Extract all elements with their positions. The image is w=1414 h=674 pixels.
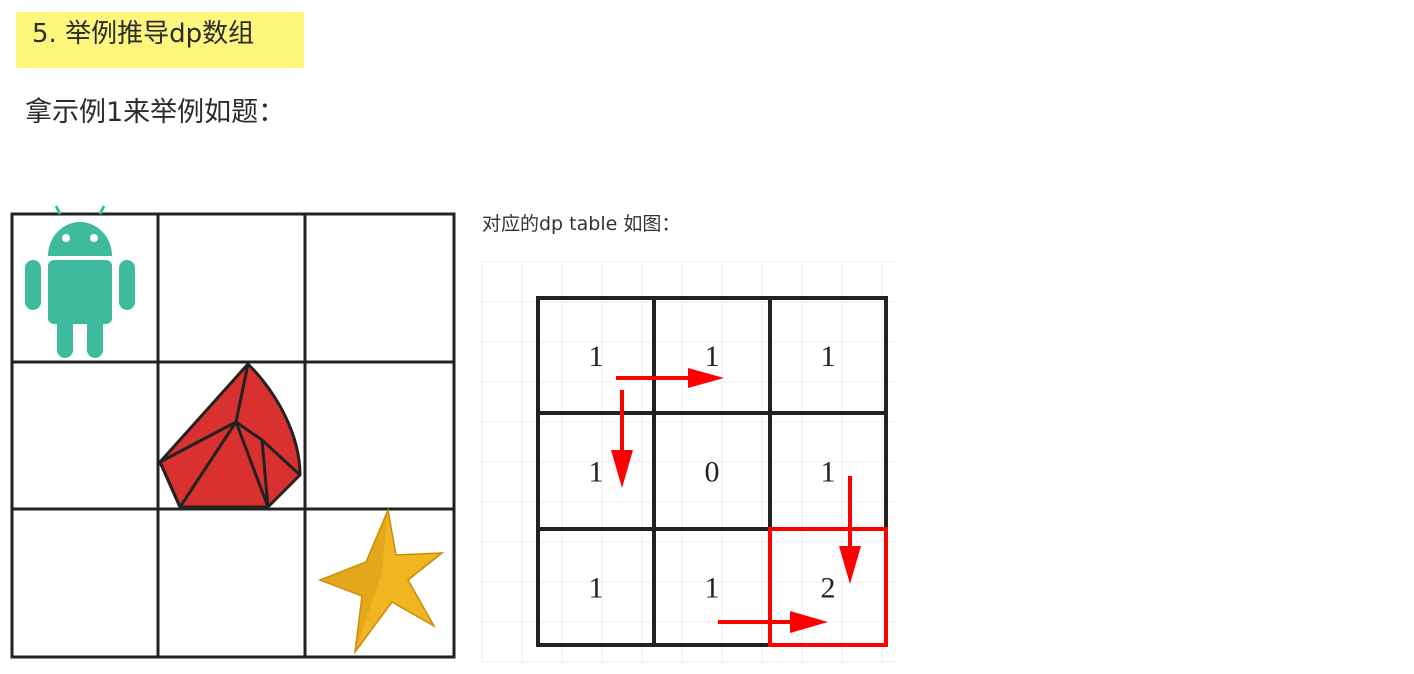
dp-cell-value: 1 <box>589 456 604 489</box>
dp-cell-value: 1 <box>821 456 836 489</box>
dp-cell-value: 2 <box>821 571 836 604</box>
arrow-right-bottom <box>718 611 828 633</box>
dp-cell-value: 1 <box>705 340 720 373</box>
example-grid-figure <box>10 205 456 660</box>
dp-cell-value: 1 <box>589 340 604 373</box>
dp-table-caption: 对应的dp table 如图： <box>482 213 681 235</box>
dp-cell-value: 1 <box>589 571 604 604</box>
document-page: 5. 举例推导dp数组 拿示例1来举例如题： 对应的dp table 如图： 1… <box>0 0 1414 674</box>
arrow-down-left <box>611 390 633 488</box>
section-heading: 5. 举例推导dp数组 <box>32 19 255 49</box>
dp-table-figure: 1 1 1 1 0 1 1 1 2 <box>481 261 896 663</box>
dp-cell-value: 0 <box>705 456 720 489</box>
dp-cell-value: 1 <box>821 340 836 373</box>
intro-paragraph: 拿示例1来举例如题： <box>25 97 286 128</box>
dp-cell-value: 1 <box>705 571 720 604</box>
